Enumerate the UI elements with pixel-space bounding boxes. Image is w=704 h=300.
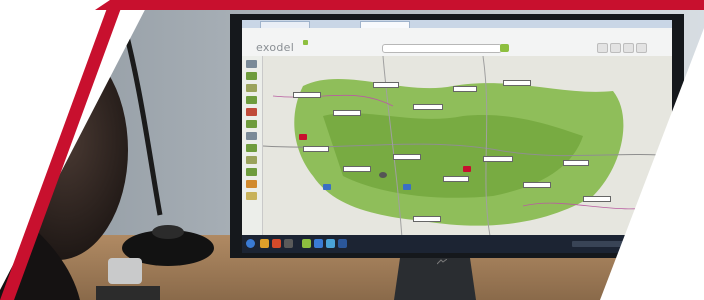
app-icon[interactable]	[284, 239, 293, 248]
app-logo: exodel	[256, 41, 295, 54]
keyboard-edge	[96, 286, 160, 300]
toolbar-button[interactable]	[597, 43, 608, 53]
report-icon[interactable]	[246, 156, 257, 164]
start-icon[interactable]	[246, 239, 255, 248]
map-icon[interactable]	[246, 72, 257, 80]
browser-icon[interactable]	[314, 239, 323, 248]
map-marker-label[interactable]	[333, 110, 361, 116]
map-marker-label[interactable]	[453, 86, 477, 92]
map-pin-gray[interactable]	[379, 172, 387, 178]
search-input[interactable]	[382, 44, 502, 53]
alert-icon[interactable]	[246, 108, 257, 116]
desk-object	[108, 258, 142, 284]
map-marker-label[interactable]	[413, 104, 443, 110]
map-marker-label[interactable]	[393, 154, 421, 160]
route-icon[interactable]	[246, 84, 257, 92]
map-pin-blue[interactable]	[403, 184, 411, 190]
browser-window: exodel	[242, 20, 672, 252]
toolbar-button[interactable]	[623, 43, 634, 53]
map-marker-label[interactable]	[503, 80, 531, 86]
map-marker-label[interactable]	[343, 166, 371, 172]
microphone-base-top	[152, 225, 184, 239]
map-pin-red[interactable]	[463, 166, 471, 172]
settings-icon[interactable]	[246, 192, 257, 200]
map-view[interactable]	[262, 55, 672, 252]
map-marker-label[interactable]	[443, 176, 469, 182]
monitor-logo-icon	[437, 259, 447, 265]
toolbar-button[interactable]	[610, 43, 621, 53]
app-icon[interactable]	[326, 239, 335, 248]
map-marker-label[interactable]	[293, 92, 321, 98]
explorer-icon[interactable]	[260, 239, 269, 248]
terrain-icon[interactable]	[246, 96, 257, 104]
app-icon[interactable]	[338, 239, 347, 248]
poi-icon[interactable]	[246, 144, 257, 152]
browser-tab-active[interactable]	[360, 21, 410, 28]
layer-icon[interactable]	[246, 60, 257, 68]
map-pin-red[interactable]	[299, 134, 307, 140]
os-taskbar	[242, 235, 672, 253]
photo-scene: exodel	[0, 0, 704, 300]
browser-titlebar	[242, 20, 672, 28]
vehicle-icon[interactable]	[246, 132, 257, 140]
warning-icon[interactable]	[246, 180, 257, 188]
map-tool-sidebar	[242, 56, 263, 252]
search-button[interactable]	[500, 44, 509, 52]
map-marker-label[interactable]	[373, 82, 399, 88]
app-header: exodel	[242, 28, 672, 57]
app-icon[interactable]	[302, 239, 311, 248]
map-marker-label[interactable]	[303, 146, 329, 152]
map-marker-label[interactable]	[523, 182, 551, 188]
map-marker-label[interactable]	[563, 160, 589, 166]
map-pin-blue[interactable]	[323, 184, 331, 190]
map-marker-label[interactable]	[483, 156, 513, 162]
zone-icon[interactable]	[246, 120, 257, 128]
filter-icon[interactable]	[246, 168, 257, 176]
app-icon[interactable]	[272, 239, 281, 248]
monitor-stand	[394, 258, 476, 300]
map-marker-label[interactable]	[413, 216, 441, 222]
map-marker-label[interactable]	[583, 196, 611, 202]
logo-accent-icon	[303, 40, 308, 45]
browser-tab[interactable]	[260, 21, 310, 28]
toolbar-button[interactable]	[636, 43, 647, 53]
system-tray[interactable]	[572, 241, 632, 247]
